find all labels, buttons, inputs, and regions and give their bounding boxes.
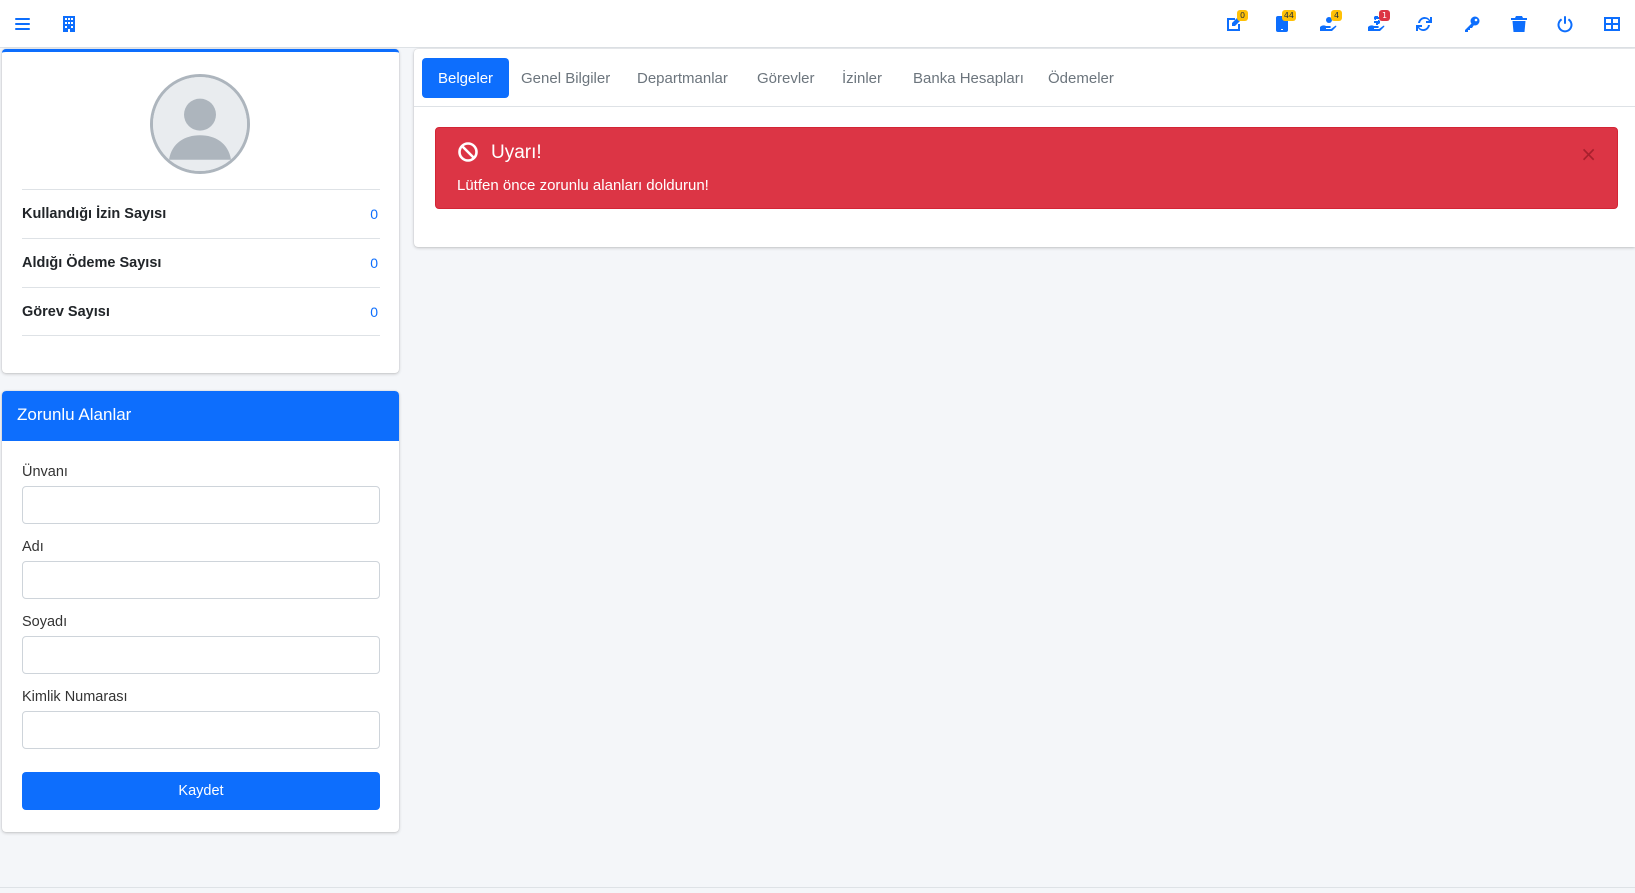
apps-button[interactable] bbox=[1598, 10, 1626, 38]
required-fields-card: Zorunlu Alanlar Ünvanı Adı Soyadı Kimlik… bbox=[2, 391, 399, 832]
required-fields-title: Zorunlu Alanlar bbox=[2, 391, 399, 441]
stat-label: Aldığı Ödeme Sayısı bbox=[22, 255, 162, 271]
stat-row-task-count: Görev Sayısı 0 bbox=[22, 287, 380, 336]
devices-badge: 44 bbox=[1281, 10, 1296, 21]
tab-departments[interactable]: Departmanlar bbox=[621, 58, 744, 98]
save-button[interactable]: Kaydet bbox=[22, 772, 380, 810]
last-name-field[interactable] bbox=[22, 636, 380, 674]
refresh-button[interactable] bbox=[1410, 10, 1438, 38]
stat-label: Görev Sayısı bbox=[22, 303, 110, 320]
key-icon bbox=[1465, 16, 1480, 32]
title-field[interactable] bbox=[22, 486, 380, 524]
trash-icon bbox=[1511, 16, 1527, 32]
profile-stats: Kullandığı İzin Sayısı 0 Aldığı Ödeme Sa… bbox=[22, 189, 380, 336]
change-password-button[interactable] bbox=[1458, 10, 1486, 38]
company-button[interactable] bbox=[55, 10, 83, 38]
id-number-field[interactable] bbox=[22, 711, 380, 749]
close-icon[interactable]: × bbox=[1580, 144, 1597, 164]
warning-alert: Uyarı! Lütfen önce zorunlu alanları dold… bbox=[435, 127, 1618, 209]
documents-nav-button[interactable]: 0 bbox=[1220, 10, 1248, 38]
stat-value[interactable]: 0 bbox=[370, 206, 380, 222]
first-name-field-label: Adı bbox=[22, 539, 44, 555]
documents-badge: 0 bbox=[1237, 10, 1248, 21]
payments-badge: 1 bbox=[1379, 10, 1390, 21]
alert-message: Lütfen önce zorunlu alanları doldurun! bbox=[457, 177, 709, 194]
delete-button[interactable] bbox=[1505, 10, 1533, 38]
tab-tasks[interactable]: Görevler bbox=[741, 58, 831, 98]
refresh-icon bbox=[1416, 16, 1432, 32]
title-field-label: Ünvanı bbox=[22, 464, 68, 480]
tab-leaves[interactable]: İzinler bbox=[826, 58, 898, 98]
tab-bank-accounts[interactable]: Banka Hesapları bbox=[897, 58, 1040, 98]
stat-value[interactable]: 0 bbox=[370, 304, 380, 320]
menu-icon bbox=[15, 18, 30, 30]
footer-divider bbox=[0, 887, 1635, 888]
alert-title: Uyarı! bbox=[491, 142, 542, 163]
grid-icon bbox=[1604, 17, 1620, 31]
power-icon bbox=[1557, 16, 1573, 33]
last-name-field-label: Soyadı bbox=[22, 614, 68, 630]
tab-payments[interactable]: Ödemeler bbox=[1032, 58, 1130, 98]
profile-card: Kullandığı İzin Sayısı 0 Aldığı Ödeme Sa… bbox=[2, 49, 399, 373]
id-number-field-label: Kimlik Numarası bbox=[22, 689, 128, 705]
stat-row-payment-count: Aldığı Ödeme Sayısı 0 bbox=[22, 238, 380, 287]
first-name-field[interactable] bbox=[22, 561, 380, 599]
menu-toggle-button[interactable] bbox=[9, 10, 37, 38]
ban-icon bbox=[458, 142, 478, 162]
top-navbar: 0 44 4 1 bbox=[0, 0, 1635, 48]
stat-label: Kullandığı İzin Sayısı bbox=[22, 206, 167, 222]
payments-nav-button[interactable]: 1 bbox=[1362, 10, 1390, 38]
logout-button[interactable] bbox=[1551, 10, 1579, 38]
devices-nav-button[interactable]: 44 bbox=[1268, 10, 1296, 38]
leaves-nav-button[interactable]: 4 bbox=[1314, 10, 1342, 38]
stat-value[interactable]: 0 bbox=[370, 255, 380, 271]
user-avatar-icon bbox=[150, 74, 250, 174]
tab-bar: Belgeler Genel Bilgiler Departmanlar Gör… bbox=[414, 49, 1635, 107]
stat-row-leave-count: Kullandığı İzin Sayısı 0 bbox=[22, 189, 380, 238]
tabs-card: Belgeler Genel Bilgiler Departmanlar Gör… bbox=[414, 49, 1635, 247]
tab-documents[interactable]: Belgeler bbox=[422, 58, 510, 98]
leaves-badge: 4 bbox=[1331, 10, 1342, 21]
tab-general-info[interactable]: Genel Bilgiler bbox=[505, 58, 626, 98]
building-icon bbox=[63, 16, 75, 32]
